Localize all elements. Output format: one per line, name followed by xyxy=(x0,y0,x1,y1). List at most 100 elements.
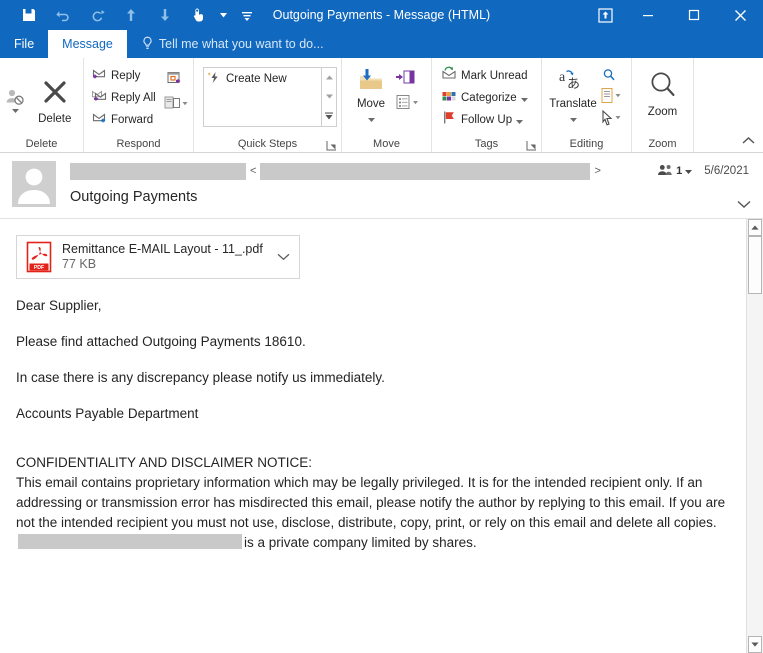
ignore-button[interactable] xyxy=(4,87,27,113)
quick-steps-dialog-launcher[interactable] xyxy=(325,139,337,151)
find-button[interactable] xyxy=(598,65,622,85)
mark-unread-button[interactable]: Mark Unread xyxy=(438,65,531,87)
attachment-item[interactable]: PDF Remittance E-MAIL Layout - 11_.pdf 7… xyxy=(16,235,300,279)
collapse-ribbon-icon[interactable] xyxy=(742,132,755,150)
quick-steps-scroll xyxy=(322,67,337,127)
translate-dropdown-icon[interactable] xyxy=(570,109,577,127)
ribbon-group-delete: Delete Delete xyxy=(0,58,84,152)
angle-bracket-open: < xyxy=(246,165,260,177)
ribbon-tab-bar: File Message Tell me what you want to do… xyxy=(0,30,763,58)
forward-button[interactable]: Forward xyxy=(88,109,159,131)
window-controls xyxy=(585,0,763,30)
attachment-dropdown-icon[interactable] xyxy=(273,253,295,261)
tell-me-search[interactable]: Tell me what you want to do... xyxy=(127,30,324,58)
message-subject: Outgoing Payments xyxy=(70,189,751,205)
disclaimer-text-before: This email contains proprietary informat… xyxy=(16,475,725,530)
customize-quick-access-toolbar-icon[interactable] xyxy=(230,1,264,29)
tab-message[interactable]: Message xyxy=(48,30,127,58)
quick-step-create-new[interactable]: Create New xyxy=(206,70,319,88)
outlook-message-window: Outgoing Payments - Message (HTML) File … xyxy=(0,0,763,653)
categorize-button[interactable]: Categorize xyxy=(438,87,531,109)
reply-label: Reply xyxy=(111,70,140,82)
quick-steps-gallery[interactable]: Create New xyxy=(203,67,322,127)
save-icon[interactable] xyxy=(12,1,46,29)
attachment-file-size: 77 KB xyxy=(62,257,263,272)
rules-button[interactable] xyxy=(394,90,420,114)
ribbon-group-tags: Mark Unread Categorize xyxy=(432,58,542,152)
message-body[interactable]: PDF Remittance E-MAIL Layout - 11_.pdf 7… xyxy=(0,219,746,653)
body-vertical-scrollbar[interactable] xyxy=(746,219,763,653)
ribbon-group-quick-steps: Create New Quick Steps xyxy=(194,58,342,152)
disclaimer-block: CONFIDENTIALITY AND DISCLAIMER NOTICE: T… xyxy=(16,453,730,553)
reply-all-label: Reply All xyxy=(111,92,156,104)
ribbon-group-editing: aあ Translate xyxy=(542,58,632,152)
zoom-magnifier-icon xyxy=(648,70,678,105)
expand-header-icon[interactable] xyxy=(737,196,751,214)
delete-label: Delete xyxy=(38,113,71,125)
scrollbar-thumb[interactable] xyxy=(748,236,762,294)
body-paragraph-attachment-note: Please find attached Outgoing Payments 1… xyxy=(16,332,730,351)
message-body-wrap: PDF Remittance E-MAIL Layout - 11_.pdf 7… xyxy=(0,219,763,653)
quick-steps-scroll-down-icon[interactable] xyxy=(322,87,336,106)
body-paragraph-discrepancy: In case there is any discrepancy please … xyxy=(16,368,730,387)
ribbon-group-respond: Reply Reply All Forward xyxy=(84,58,194,152)
previous-item-icon[interactable] xyxy=(114,1,148,29)
quick-steps-more-icon[interactable] xyxy=(322,107,336,126)
tell-me-label: Tell me what you want to do... xyxy=(159,37,324,51)
meeting-button[interactable] xyxy=(163,67,189,91)
zoom-button[interactable]: Zoom xyxy=(638,67,688,118)
company-name-redacted xyxy=(18,534,242,549)
onenote-button[interactable] xyxy=(394,66,420,90)
follow-up-flag-icon xyxy=(441,110,457,130)
scrollbar-track[interactable] xyxy=(747,236,763,636)
undo-icon[interactable] xyxy=(46,1,80,29)
ribbon-group-zoom: Zoom Zoom xyxy=(632,58,694,152)
follow-up-button[interactable]: Follow Up xyxy=(438,109,531,131)
categorize-dropdown-icon[interactable] xyxy=(521,89,528,107)
next-item-icon[interactable] xyxy=(148,1,182,29)
redo-icon[interactable] xyxy=(80,1,114,29)
touch-mouse-mode-icon[interactable] xyxy=(182,1,216,29)
lightbulb-icon xyxy=(141,36,154,53)
ribbon: Delete Delete Reply xyxy=(0,58,763,153)
reply-button[interactable]: Reply xyxy=(88,65,159,87)
ribbon-display-options-icon[interactable] xyxy=(585,0,625,30)
header-meta: 1 5/6/2021 xyxy=(658,164,751,179)
ribbon-group-move-label: Move xyxy=(342,136,431,152)
attachment-file-name: Remittance E-MAIL Layout - 11_.pdf xyxy=(62,242,263,257)
ribbon-group-quick-steps-label: Quick Steps xyxy=(194,136,341,152)
people-icon xyxy=(658,164,673,179)
forward-label: Forward xyxy=(111,114,153,126)
maximize-button[interactable] xyxy=(671,0,717,30)
tags-dialog-launcher[interactable] xyxy=(525,139,537,151)
delete-button[interactable]: Delete xyxy=(31,74,79,125)
recipient-count[interactable]: 1 xyxy=(658,164,692,179)
close-button[interactable] xyxy=(717,0,763,30)
tab-file[interactable]: File xyxy=(0,30,48,58)
sender-name-redacted xyxy=(70,163,246,180)
ribbon-group-respond-label: Respond xyxy=(84,136,193,152)
select-button[interactable] xyxy=(598,107,622,129)
recipient-dropdown-icon[interactable] xyxy=(685,165,692,177)
move-dropdown-icon[interactable] xyxy=(368,109,375,127)
reply-all-button[interactable]: Reply All xyxy=(88,87,159,109)
touch-mouse-mode-dropdown-icon[interactable] xyxy=(216,1,230,29)
scroll-up-arrow-icon[interactable] xyxy=(748,219,762,236)
attachment-meta: Remittance E-MAIL Layout - 11_.pdf 77 KB xyxy=(53,242,263,272)
categorize-label: Categorize xyxy=(461,92,517,104)
sender-avatar[interactable] xyxy=(12,161,56,207)
follow-up-dropdown-icon[interactable] xyxy=(516,111,523,129)
related-button[interactable] xyxy=(598,85,622,107)
move-button[interactable]: Move xyxy=(348,65,394,127)
quick-steps-scroll-up-icon[interactable] xyxy=(322,68,336,87)
translate-button[interactable]: aあ Translate xyxy=(548,65,598,127)
more-respond-button[interactable] xyxy=(163,91,189,115)
title-bar: Outgoing Payments - Message (HTML) xyxy=(0,0,763,30)
move-folder-icon xyxy=(357,68,385,97)
minimize-button[interactable] xyxy=(625,0,671,30)
zoom-label: Zoom xyxy=(648,106,677,118)
pdf-file-icon: PDF xyxy=(25,241,53,273)
scroll-down-arrow-icon[interactable] xyxy=(748,636,762,653)
forward-icon xyxy=(91,110,107,130)
create-new-quick-step-icon xyxy=(208,71,221,87)
